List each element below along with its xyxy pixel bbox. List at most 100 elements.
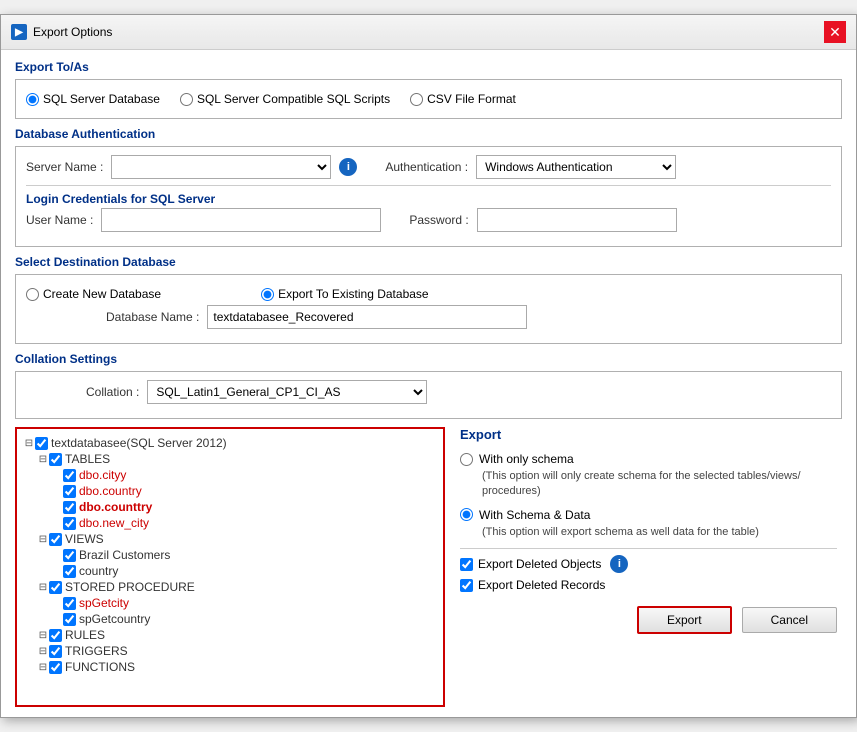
tree-tables-label: TABLES: [65, 452, 110, 466]
export-deleted-records-checkbox[interactable]: [460, 579, 473, 592]
radio-schema-data[interactable]: [460, 508, 473, 521]
tree-views[interactable]: ⊟ VIEWS: [37, 531, 437, 547]
tree-root[interactable]: ⊟ textdatabasee(SQL Server 2012): [23, 435, 437, 451]
radio-export-existing-input[interactable]: [261, 288, 274, 301]
username-input[interactable]: [101, 208, 381, 232]
destination-radio-row: Create New Database Export To Existing D…: [26, 283, 831, 305]
export-type-radio-group: SQL Server Database SQL Server Compatibl…: [26, 88, 831, 110]
radio-csv-format[interactable]: CSV File Format: [410, 92, 516, 106]
tree-dbo-new-city[interactable]: dbo.new_city: [51, 515, 437, 531]
radio-sql-server-db-input[interactable]: [26, 93, 39, 106]
radio-create-new-input[interactable]: [26, 288, 39, 301]
server-name-select[interactable]: [111, 155, 331, 179]
deleted-objects-info-icon[interactable]: i: [610, 555, 628, 573]
tree-view-country-expand: [51, 566, 63, 577]
tree-country-checkbox[interactable]: [63, 485, 76, 498]
tree-sp-getcity[interactable]: spGetcity: [51, 595, 437, 611]
radio-sql-server-db[interactable]: SQL Server Database: [26, 92, 160, 106]
tree-view-country-label: country: [79, 564, 118, 578]
export-schema-data-option: With Schema & Data (This option will exp…: [460, 508, 837, 540]
close-button[interactable]: ✕: [824, 21, 846, 43]
tree-panel[interactable]: ⊟ textdatabasee(SQL Server 2012) ⊟ TABLE…: [15, 427, 445, 707]
tree-functions[interactable]: ⊟ FUNCTIONS: [37, 659, 437, 675]
tree-rules[interactable]: ⊟ RULES: [37, 627, 437, 643]
tree-brazil-expand: [51, 550, 63, 561]
tree-sp-label: STORED PROCEDURE: [65, 580, 195, 594]
tree-sp-expand[interactable]: ⊟: [37, 582, 49, 593]
tree-views-label: VIEWS: [65, 532, 104, 546]
radio-csv-format-label: CSV File Format: [427, 92, 516, 106]
tree-brazil-label: Brazil Customers: [79, 548, 170, 562]
radio-csv-format-input[interactable]: [410, 93, 423, 106]
title-bar-left: ▶ Export Options: [11, 24, 112, 40]
radio-export-existing[interactable]: Export To Existing Database: [261, 287, 429, 301]
tree-rules-expand[interactable]: ⊟: [37, 630, 49, 641]
dialog-body: Export To/As SQL Server Database SQL Ser…: [1, 50, 856, 717]
tree-triggers-label: TRIGGERS: [65, 644, 128, 658]
tree-triggers-checkbox[interactable]: [49, 645, 62, 658]
export-panel-label: Export: [460, 427, 837, 442]
tree-functions-checkbox[interactable]: [49, 661, 62, 674]
db-name-input[interactable]: [207, 305, 527, 329]
tree-cityy-checkbox[interactable]: [63, 469, 76, 482]
tree-rules-group: ⊟ RULES: [23, 627, 437, 643]
tree-sp-getcity-checkbox[interactable]: [63, 597, 76, 610]
tree-root-label: textdatabasee(SQL Server 2012): [51, 436, 227, 450]
tree-functions-expand[interactable]: ⊟: [37, 662, 49, 673]
tree-sp-group: ⊟ STORED PROCEDURE spGetcity: [23, 579, 437, 627]
tree-sp-getcity-label: spGetcity: [79, 596, 129, 610]
tree-triggers[interactable]: ⊟ TRIGGERS: [37, 643, 437, 659]
tree-root-expand[interactable]: ⊟: [23, 438, 35, 449]
tree-dbo-country[interactable]: dbo.country: [51, 483, 437, 499]
collation-row: Collation : SQL_Latin1_General_CP1_CI_AS…: [26, 380, 831, 404]
tree-new-city-checkbox[interactable]: [63, 517, 76, 530]
radio-sql-compatible[interactable]: SQL Server Compatible SQL Scripts: [180, 92, 390, 106]
schema-only-row[interactable]: With only schema: [460, 452, 837, 466]
export-to-as-section: Export To/As SQL Server Database SQL Ser…: [15, 60, 842, 119]
tree-stored-procedure[interactable]: ⊟ STORED PROCEDURE: [37, 579, 437, 595]
tree-tables-group: ⊟ TABLES dbo.cityy dbo.c: [23, 451, 437, 531]
tree-new-city-label: dbo.new_city: [79, 516, 149, 530]
tree-counttry-checkbox[interactable]: [63, 501, 76, 514]
cancel-button[interactable]: Cancel: [742, 607, 837, 633]
radio-create-new[interactable]: Create New Database: [26, 287, 161, 301]
tree-views-expand[interactable]: ⊟: [37, 534, 49, 545]
tree-sp-getcountry-checkbox[interactable]: [63, 613, 76, 626]
export-button[interactable]: Export: [637, 606, 732, 634]
database-auth-label: Database Authentication: [15, 127, 842, 141]
tree-sp-getcountry[interactable]: spGetcountry: [51, 611, 437, 627]
tree-tables-expand[interactable]: ⊟: [37, 454, 49, 465]
radio-sql-compatible-input[interactable]: [180, 93, 193, 106]
app-icon: ▶: [11, 24, 27, 40]
tree-triggers-expand[interactable]: ⊟: [37, 646, 49, 657]
export-deleted-objects-checkbox[interactable]: [460, 558, 473, 571]
collation-field-label: Collation :: [86, 385, 139, 399]
authentication-select[interactable]: Windows Authentication SQL Server Authen…: [476, 155, 676, 179]
tree-view-country[interactable]: country: [51, 563, 437, 579]
tree-new-city-expand: [51, 518, 63, 529]
tree-dbo-cityy[interactable]: dbo.cityy: [51, 467, 437, 483]
tree-views-checkbox[interactable]: [49, 533, 62, 546]
password-input[interactable]: [477, 208, 677, 232]
tree-cityy-label: dbo.cityy: [79, 468, 126, 482]
tree-sp-checkbox[interactable]: [49, 581, 62, 594]
radio-schema-only[interactable]: [460, 453, 473, 466]
schema-data-row[interactable]: With Schema & Data: [460, 508, 837, 522]
tree-root-checkbox[interactable]: [35, 437, 48, 450]
tree-tables-checkbox[interactable]: [49, 453, 62, 466]
tree-sp-getcity-expand: [51, 598, 63, 609]
tree-brazil-customers[interactable]: Brazil Customers: [51, 547, 437, 563]
export-to-as-content: SQL Server Database SQL Server Compatibl…: [15, 79, 842, 119]
tree-rules-checkbox[interactable]: [49, 629, 62, 642]
collation-select[interactable]: SQL_Latin1_General_CP1_CI_AS Latin1_Gene…: [147, 380, 427, 404]
tree-brazil-checkbox[interactable]: [63, 549, 76, 562]
schema-data-desc: (This option will export schema as well …: [460, 525, 837, 540]
tree-dbo-counttry[interactable]: dbo.counttry: [51, 499, 437, 515]
export-separator: [460, 548, 837, 549]
tree-tables[interactable]: ⊟ TABLES: [37, 451, 437, 467]
tree-views-group: ⊟ VIEWS Brazil Customers: [23, 531, 437, 579]
tree-view-country-checkbox[interactable]: [63, 565, 76, 578]
server-info-icon[interactable]: i: [339, 158, 357, 176]
tree-cityy-expand: [51, 470, 63, 481]
export-deleted-records-label: Export Deleted Records: [478, 578, 605, 592]
